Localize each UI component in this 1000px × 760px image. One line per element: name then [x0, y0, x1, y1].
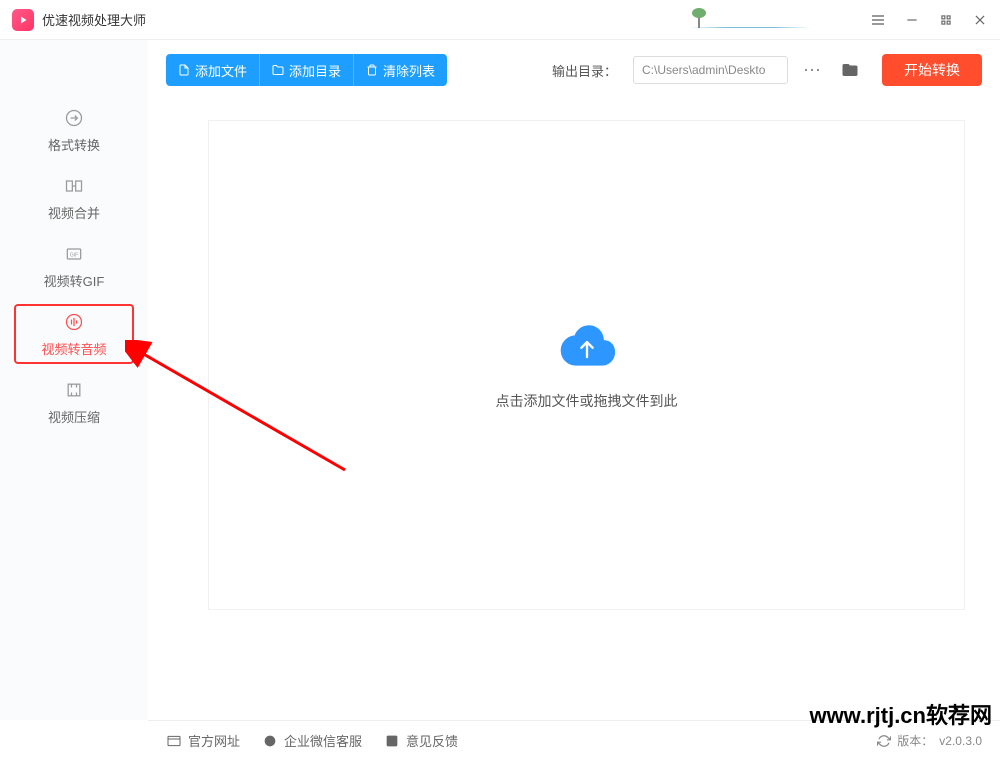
video-merge-icon [63, 175, 85, 197]
sidebar-item-format-convert[interactable]: 格式转换 [14, 100, 134, 160]
enterprise-wechat-label: 企业微信客服 [284, 731, 362, 750]
watermark-text: www.rjtj.cn软荐网 [809, 698, 992, 730]
wechat-icon [262, 733, 278, 749]
sidebar-item-video-to-audio[interactable]: 视频转音频 [14, 304, 134, 364]
video-gif-icon: GIF [63, 243, 85, 265]
titlebar: 优速视频处理大师 [0, 0, 1000, 40]
format-convert-icon [63, 107, 85, 129]
cloud-upload-icon [557, 320, 617, 373]
more-button[interactable]: ⋯ [798, 56, 826, 84]
sidebar-item-label: 视频压缩 [48, 407, 100, 426]
start-convert-button[interactable]: 开始转换 [882, 54, 982, 86]
sidebar-item-video-compress[interactable]: 视频压缩 [14, 372, 134, 432]
clear-list-label: 清除列表 [383, 61, 435, 80]
video-compress-icon [63, 379, 85, 401]
titlebar-decoration [690, 6, 810, 34]
minimize-icon[interactable] [904, 12, 920, 28]
clear-list-button[interactable]: 清除列表 [354, 54, 447, 86]
app-title: 优速视频处理大师 [42, 10, 690, 29]
sidebar: 格式转换 视频合并 GIF 视频转GIF 视频转音频 视频压缩 [0, 40, 148, 720]
app-logo-icon [12, 9, 34, 31]
maximize-icon[interactable] [938, 12, 954, 28]
toolbar-button-group: 添加文件 添加目录 清除列表 [166, 54, 447, 86]
main-area: 添加文件 添加目录 清除列表 输出目录： C:\Users\admin\Desk… [148, 40, 1000, 720]
enterprise-wechat-link[interactable]: 企业微信客服 [262, 731, 362, 750]
output-dir-label: 输出目录： [552, 61, 617, 80]
file-dropzone[interactable]: 点击添加文件或拖拽文件到此 [208, 120, 965, 610]
version-value: v2.0.3.0 [939, 734, 982, 748]
video-audio-icon [63, 311, 85, 333]
sidebar-item-label: 视频合并 [48, 203, 100, 222]
feedback-link[interactable]: 意见反馈 [384, 731, 458, 750]
output-path-input[interactable]: C:\Users\admin\Deskto [633, 56, 788, 84]
folder-icon [272, 64, 284, 76]
refresh-icon [877, 734, 891, 748]
version-info: 版本： v2.0.3.0 [877, 732, 982, 749]
trash-icon [366, 64, 378, 76]
version-label: 版本： [897, 732, 933, 749]
toolbar: 添加文件 添加目录 清除列表 输出目录： C:\Users\admin\Desk… [148, 40, 1000, 100]
svg-text:GIF: GIF [70, 252, 78, 258]
add-folder-button[interactable]: 添加目录 [260, 54, 354, 86]
content-area: 点击添加文件或拖拽文件到此 [148, 100, 1000, 720]
add-file-label: 添加文件 [195, 61, 247, 80]
window-controls [870, 12, 988, 28]
official-site-link[interactable]: 官方网址 [166, 731, 240, 750]
sidebar-item-video-merge[interactable]: 视频合并 [14, 168, 134, 228]
globe-icon [166, 733, 182, 749]
sidebar-item-label: 视频转音频 [41, 339, 106, 358]
open-folder-button[interactable] [836, 56, 864, 84]
folder-open-icon [841, 61, 859, 79]
menu-icon[interactable] [870, 12, 886, 28]
close-icon[interactable] [972, 12, 988, 28]
dropzone-hint: 点击添加文件或拖拽文件到此 [496, 391, 678, 411]
feedback-label: 意见反馈 [406, 731, 458, 750]
sidebar-item-label: 视频转GIF [44, 271, 105, 290]
add-file-button[interactable]: 添加文件 [166, 54, 260, 86]
official-site-label: 官方网址 [188, 731, 240, 750]
feedback-icon [384, 733, 400, 749]
start-convert-label: 开始转换 [904, 60, 960, 80]
sidebar-item-video-to-gif[interactable]: GIF 视频转GIF [14, 236, 134, 296]
add-folder-label: 添加目录 [289, 61, 341, 80]
sidebar-item-label: 格式转换 [48, 135, 100, 154]
file-icon [178, 64, 190, 76]
